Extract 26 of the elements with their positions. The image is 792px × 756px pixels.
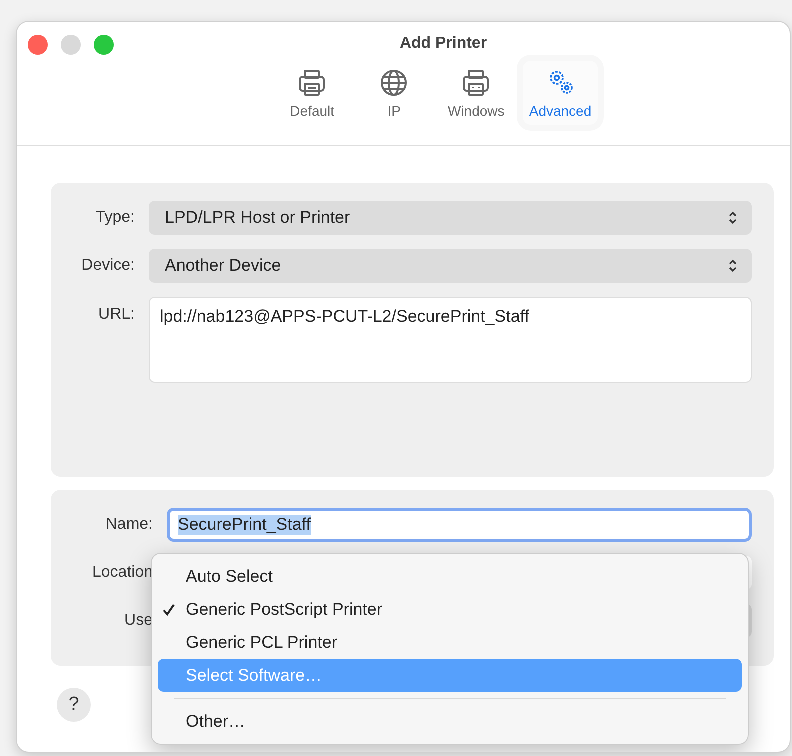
use-label: Use <box>124 612 153 630</box>
device-label: Device: <box>80 257 135 275</box>
zoom-button[interactable] <box>94 35 114 55</box>
toolbar-tab[interactable]: IP <box>359 61 430 125</box>
name-field[interactable]: SecurePrint_Staff <box>167 508 752 542</box>
help-button[interactable]: ? <box>57 688 91 722</box>
window-title: Add Printer <box>400 34 488 53</box>
menu-item[interactable]: Generic PCL Printer <box>158 626 742 659</box>
close-button[interactable] <box>28 35 48 55</box>
toolbar-tab[interactable]: Windows <box>441 61 512 125</box>
url-label: URL: <box>98 305 135 324</box>
chevron-icon <box>728 259 738 273</box>
location-label: Location <box>92 564 153 582</box>
toolbar-tab[interactable]: Default <box>277 61 348 125</box>
device-popup[interactable]: Another Device <box>149 249 752 283</box>
minimize-button[interactable] <box>61 35 81 55</box>
name-value: SecurePrint_Staff <box>178 515 311 535</box>
type-label: Type: <box>94 209 135 227</box>
menu-item[interactable]: Generic PostScript Printer <box>158 593 742 626</box>
url-field[interactable]: lpd://nab123@APPS-PCUT-L2/SecurePrint_Staff <box>149 297 752 383</box>
menu-item[interactable]: Other… <box>158 705 742 738</box>
menu-item[interactable]: Auto Select <box>158 560 742 593</box>
chevron-icon <box>728 211 738 225</box>
name-label: Name: <box>104 516 153 534</box>
type-popup[interactable]: LPD/LPR Host or Printer <box>149 201 752 235</box>
toolbar-tab[interactable]: Advanced <box>523 61 598 125</box>
